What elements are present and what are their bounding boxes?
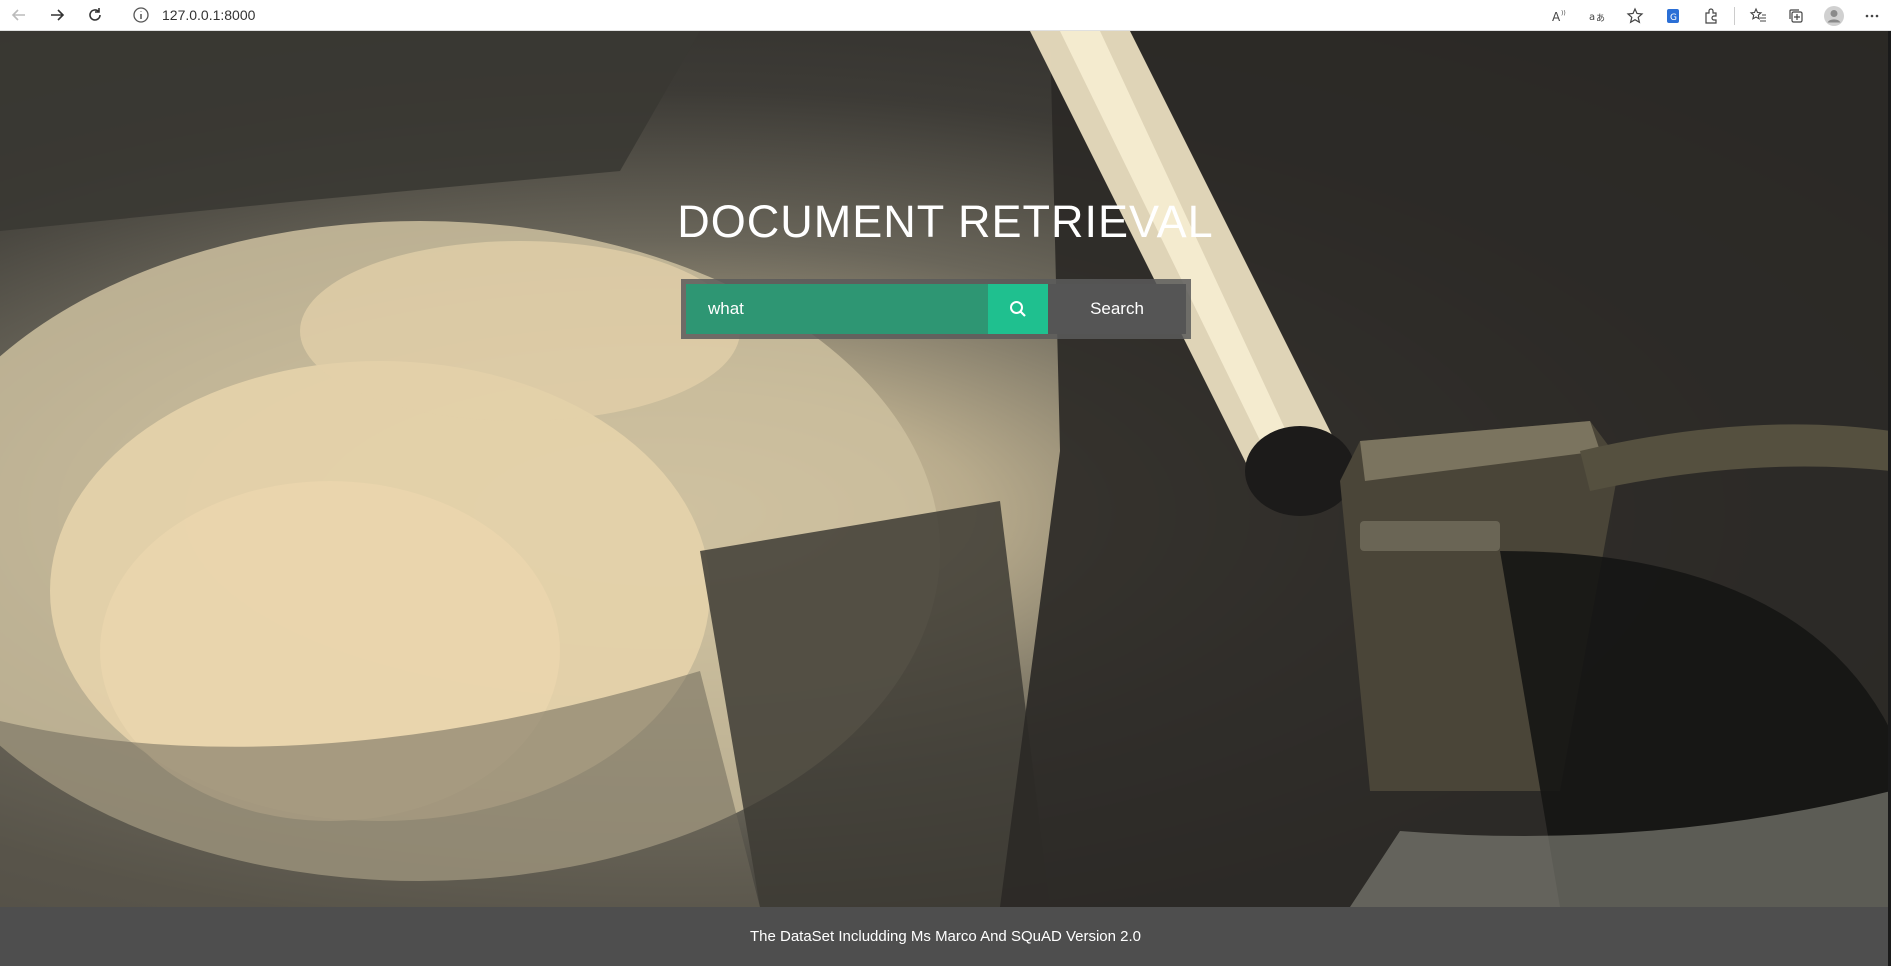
back-button[interactable] bbox=[0, 0, 38, 31]
read-aloud-button[interactable]: A)) bbox=[1540, 0, 1578, 31]
search-input[interactable] bbox=[686, 284, 988, 334]
forward-button[interactable] bbox=[38, 0, 76, 31]
svg-text:a: a bbox=[1589, 12, 1595, 23]
more-icon bbox=[1865, 14, 1879, 17]
hero-section: DOCUMENT RETRIEVAL Search bbox=[0, 31, 1891, 907]
extension-badge-button[interactable]: G bbox=[1654, 0, 1692, 31]
turntable-background-image bbox=[0, 31, 1891, 907]
profile-button[interactable] bbox=[1815, 0, 1853, 31]
extensions-button[interactable] bbox=[1692, 0, 1730, 31]
favorite-button[interactable] bbox=[1616, 0, 1654, 31]
search-form: Search bbox=[681, 279, 1191, 339]
search-icon-button[interactable] bbox=[988, 284, 1048, 334]
browser-toolbar: 127.0.0.1:8000 A)) aあ G bbox=[0, 0, 1891, 31]
extensions-icon bbox=[1705, 7, 1717, 24]
collections-button[interactable] bbox=[1777, 0, 1815, 31]
extension-badge-icon: G bbox=[1667, 8, 1679, 23]
translate-icon: aあ bbox=[1589, 12, 1605, 24]
footer: The DataSet Includding Ms Marco And SQuA… bbox=[0, 907, 1891, 966]
refresh-icon bbox=[89, 8, 101, 21]
favorites-icon bbox=[1749, 7, 1766, 22]
more-button[interactable] bbox=[1853, 0, 1891, 31]
svg-text:)): )) bbox=[1561, 10, 1566, 17]
search-button[interactable]: Search bbox=[1048, 284, 1186, 334]
refresh-button[interactable] bbox=[76, 0, 114, 31]
search-icon bbox=[1010, 301, 1026, 317]
favorites-button[interactable] bbox=[1739, 0, 1777, 31]
collections-icon bbox=[1789, 8, 1803, 23]
favorite-icon bbox=[1626, 7, 1644, 24]
read-aloud-icon: A)) bbox=[1552, 10, 1566, 24]
svg-text:あ: あ bbox=[1596, 13, 1605, 24]
svg-text:G: G bbox=[1670, 13, 1677, 23]
forward-icon bbox=[51, 9, 65, 21]
address-bar[interactable]: 127.0.0.1:8000 bbox=[132, 0, 255, 31]
profile-icon bbox=[1824, 5, 1844, 26]
footer-text: The DataSet Includding Ms Marco And SQuA… bbox=[749, 928, 1142, 945]
toolbar-divider bbox=[1734, 6, 1735, 25]
info-icon bbox=[133, 7, 149, 23]
page-title: DOCUMENT RETRIEVAL bbox=[677, 196, 1214, 247]
url-text: 127.0.0.1:8000 bbox=[162, 7, 256, 23]
translate-button[interactable]: aあ bbox=[1578, 0, 1616, 31]
back-icon bbox=[11, 9, 25, 21]
svg-text:A: A bbox=[1552, 10, 1561, 24]
